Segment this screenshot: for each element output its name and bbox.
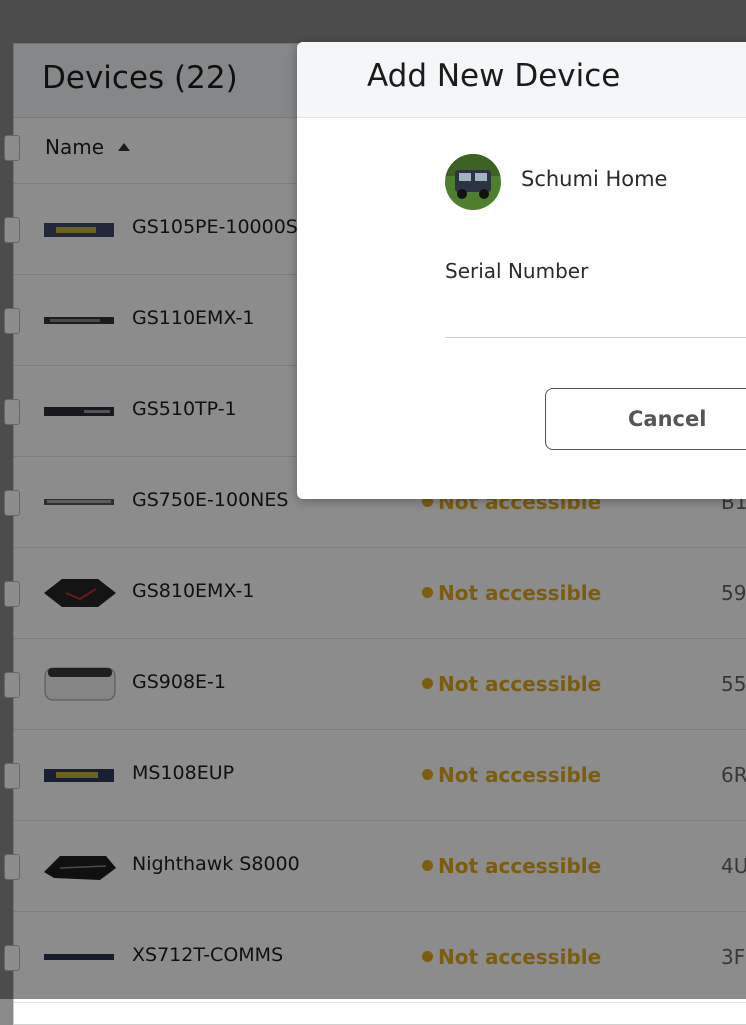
serial-number-label: Serial Number xyxy=(445,259,589,283)
cancel-button[interactable]: Cancel xyxy=(545,388,746,450)
dialog-title: Add New Device xyxy=(367,58,621,94)
serial-number-input[interactable] xyxy=(445,297,746,338)
location-name: Schumi Home xyxy=(521,167,668,191)
add-device-dialog: Add New Device Schumi Home Serial Number… xyxy=(297,42,746,499)
dialog-header: Add New Device xyxy=(297,42,746,118)
location-avatar xyxy=(445,154,501,210)
